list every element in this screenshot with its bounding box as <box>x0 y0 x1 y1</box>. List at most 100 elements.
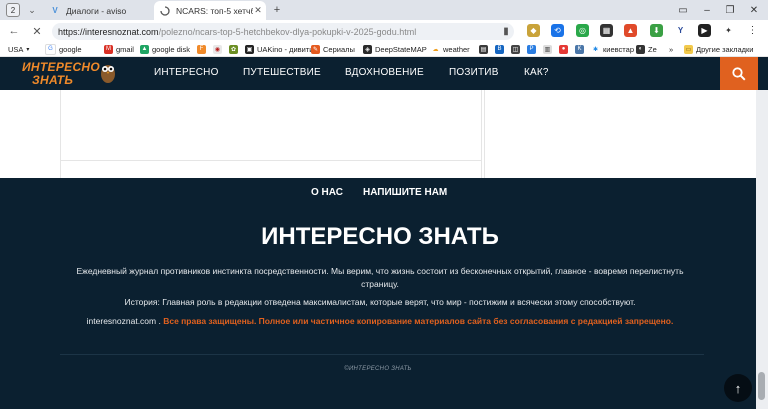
kyivstar-icon: ✱ <box>591 44 600 54</box>
bookmark-favicon-icon: ◐ <box>636 44 645 54</box>
bookmark-manager-icon[interactable]: ▭ <box>674 2 692 18</box>
download-icon[interactable]: ⬇ <box>650 24 663 37</box>
restore-icon[interactable]: ❐ <box>721 2 739 18</box>
nav-kak[interactable]: КАК? <box>524 67 549 78</box>
minimize-icon[interactable]: – <box>698 2 716 18</box>
bookmark-label: киевстар <box>603 44 634 54</box>
bookmark-uakino[interactable]: ▣ UAKino - дивитис <box>245 42 317 56</box>
bookmark-icon-only[interactable]: B <box>495 42 507 56</box>
back-arrow-icon[interactable]: ← <box>6 23 22 39</box>
tab-title: Диалоги - aviso <box>66 5 127 16</box>
bookmark-google[interactable]: Ggoogle <box>45 42 82 56</box>
footer-link-contact[interactable]: НАПИШИТЕ НАМ <box>363 187 447 198</box>
folder-icon: ▭ <box>684 44 693 54</box>
arrow-up-icon: ↑ <box>734 380 742 396</box>
bookmark-favicon-icon: ◫ <box>511 44 520 54</box>
tab-title: NCARS: топ-5 хетчбеков <box>176 5 253 16</box>
close-tab-icon[interactable]: ✕ <box>253 5 263 16</box>
address-bar[interactable]: https://interesnoznat.com/polezno/ncars-… <box>52 23 514 40</box>
chevron-down-icon: ▾ <box>26 46 30 53</box>
gmail-icon: M <box>104 44 113 54</box>
bookmark-ze[interactable]: ◐ Ze <box>636 42 657 56</box>
bookmark-google-disk[interactable]: ▲ google disk <box>140 42 190 56</box>
bookmark-label: google disk <box>152 44 190 54</box>
nav-pozitiv[interactable]: ПОЗИТИВ <box>449 67 499 78</box>
logo-line-1: ИНТЕРЕСНО <box>22 60 101 74</box>
tab-list-chevron-icon[interactable]: ⌄ <box>26 3 38 17</box>
logo-line-2: ЗНАТЬ <box>32 73 74 87</box>
sidebar-divider <box>484 90 485 178</box>
copyright-line: interesnoznat.com . Все права защищены. … <box>60 315 700 328</box>
nav-puteshestvie[interactable]: ПУТЕШЕСТВИЕ <box>243 67 321 78</box>
owl-logo-icon <box>100 60 116 84</box>
bookmark-label: weather <box>443 44 470 54</box>
extension-icon[interactable]: ◆ <box>527 24 540 37</box>
bookmark-icon-only[interactable]: ◉ <box>213 42 225 56</box>
scrollbar-thumb[interactable] <box>758 372 765 400</box>
bookmark-icon-only[interactable]: ▥ <box>543 42 555 56</box>
loading-spinner-icon <box>160 5 170 16</box>
article-card <box>60 90 482 161</box>
page-scrollbar[interactable] <box>756 90 768 409</box>
extension-icon[interactable]: ◎ <box>576 24 589 37</box>
bookmark-label: gmail <box>116 44 134 54</box>
url-path: /polezno/ncars-top-5-hetchbekov-dlya-pok… <box>158 26 417 37</box>
weather-icon: ☁ <box>431 44 440 54</box>
extension-icon[interactable]: ▲ <box>624 24 637 37</box>
bookmark-deepstatemap[interactable]: ◈ DeepStateMAP <box>363 42 427 56</box>
nav-interesno[interactable]: ИНТЕРЕСНО <box>154 67 219 78</box>
tab-counter[interactable]: 2 <box>6 3 20 17</box>
extension-icon[interactable]: ▦ <box>600 24 613 37</box>
site-footer <box>0 178 768 409</box>
new-tab-plus-icon[interactable]: + <box>270 3 284 17</box>
bookmark-icon-only[interactable]: P <box>527 42 539 56</box>
extension-icon[interactable]: Y <box>674 24 687 37</box>
translate-extension-icon[interactable]: ⟲ <box>551 24 564 37</box>
bookmark-label: DeepStateMAP <box>375 44 427 54</box>
bookmark-weather[interactable]: ☁ weather <box>431 42 470 56</box>
bookmark-icon-only[interactable]: K <box>575 42 587 56</box>
extension-icon[interactable]: ▶ <box>698 24 711 37</box>
bookmark-icon-only[interactable]: ✿ <box>229 42 241 56</box>
browser-tab-aviso[interactable]: V Диалоги - aviso <box>44 1 152 20</box>
bookmark-icon-only[interactable]: ▤ <box>479 42 491 56</box>
footer-description: Ежедневный журнал противников инстинкта … <box>76 266 684 289</box>
footer-link-about[interactable]: О НАС <box>311 187 343 198</box>
bookmark-favicon-icon: ▤ <box>479 44 488 54</box>
article-card-footer <box>60 161 482 178</box>
google-icon: G <box>45 43 56 55</box>
vk-icon: K <box>575 44 584 54</box>
footer-title: ИНТЕРЕСНО ЗНАТЬ <box>261 223 499 250</box>
drive-icon: ▲ <box>140 44 149 54</box>
bookmark-favicon-icon: ✎ <box>311 44 320 54</box>
stop-loading-icon[interactable]: ✕ <box>29 23 45 39</box>
close-window-icon[interactable]: ✕ <box>745 2 763 18</box>
bookmark-favicon-icon: ◈ <box>363 44 372 54</box>
bookmark-serialy[interactable]: ✎ Сериалы <box>311 42 355 56</box>
search-button[interactable] <box>720 57 758 90</box>
footer-credit: ©ИНТЕРЕСНО ЗНАТЬ <box>344 366 412 372</box>
copyright-site[interactable]: interesnoznat.com . <box>87 316 161 326</box>
bookmark-label: google <box>59 44 82 54</box>
bookmark-favicon-icon: ◉ <box>213 44 222 54</box>
url-host: https://interesnoznat.com <box>58 26 159 37</box>
bookmark-gmail[interactable]: Mgmail <box>104 42 134 56</box>
bookmark-favicon-icon: P <box>527 44 536 54</box>
bookmark-usa[interactable]: USA ▾ <box>8 42 29 56</box>
bookmark-label: Сериалы <box>323 44 355 54</box>
bookmark-label: USA <box>8 44 24 54</box>
bookmark-other[interactable]: ▭ Другие закладки <box>684 42 753 56</box>
bookmark-icon-only[interactable]: F <box>197 42 209 56</box>
bookmark-icon-only[interactable]: ● <box>559 42 571 56</box>
browser-tab-ncars[interactable]: NCARS: топ-5 хетчбеков ✕ <box>154 1 266 20</box>
bookmark-label: Другие закладки <box>696 44 754 54</box>
bookmark-page-icon[interactable]: ▮ <box>498 23 514 39</box>
nav-vdokhnovenie[interactable]: ВДОХНОВЕНИЕ <box>345 67 424 78</box>
puzzle-extensions-icon[interactable]: ✦ <box>722 24 735 37</box>
scroll-to-top-button[interactable]: ↑ <box>724 374 752 402</box>
bookmark-kyivstar[interactable]: ✱ киевстар <box>591 42 634 56</box>
menu-dots-icon[interactable]: ⋮ <box>746 24 759 37</box>
bookmark-icon-only[interactable]: ◫ <box>511 42 523 56</box>
other-bookmarks-chevron-icon[interactable]: » <box>669 42 673 56</box>
bookmark-favicon-icon: ▥ <box>543 44 552 54</box>
